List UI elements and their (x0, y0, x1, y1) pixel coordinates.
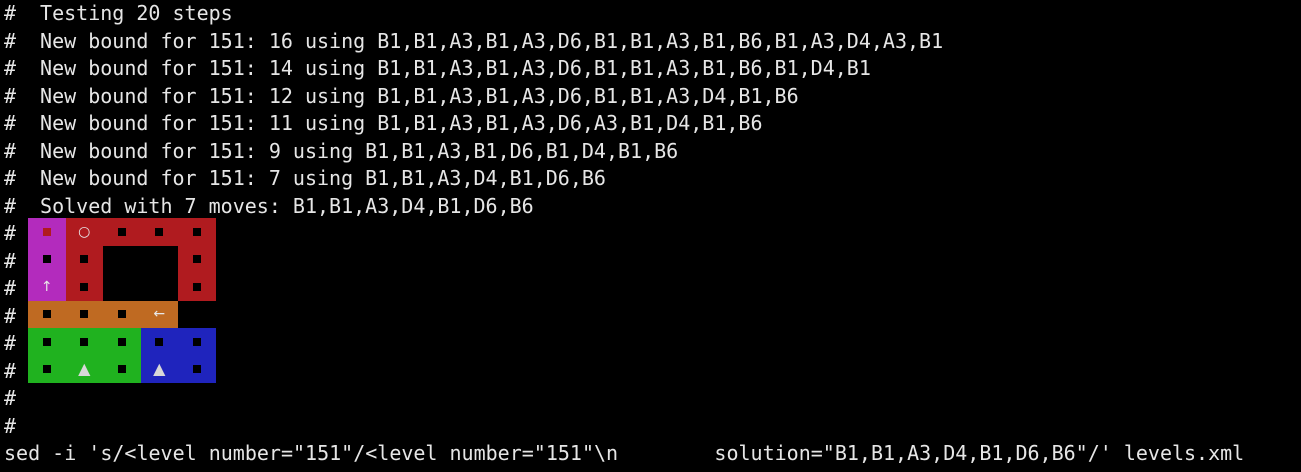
cell-dot (42, 255, 51, 264)
comment-hash: # (4, 1, 17, 25)
cell-dot (192, 365, 201, 374)
board-cell (140, 245, 178, 273)
line-text: Solved with 7 moves: B1,B1,A3,D4,B1,D6,B… (28, 193, 534, 218)
comment-hash: # (4, 166, 17, 190)
circle-icon: ○ (78, 223, 91, 240)
comment-hash: # (4, 248, 17, 273)
line-text: sed -i 's/<level number="151"/<level num… (4, 441, 1245, 465)
terminal-comment-line: # Testing 20 steps (4, 0, 1301, 28)
board-cell: ▲ (65, 355, 103, 383)
board-cell (178, 300, 216, 328)
cell-dot (42, 227, 51, 236)
board-cell (28, 328, 66, 356)
board-cell (65, 245, 103, 273)
triangle-icon: ▲ (78, 359, 91, 379)
board-cell: ← (140, 300, 178, 328)
comment-hash: # (4, 331, 17, 355)
comment-hash: # (4, 111, 17, 135)
cell-dot (42, 337, 51, 346)
cell-dot (80, 337, 89, 346)
line-text: New bound for 151: 11 using B1,B1,A3,B1,… (28, 111, 763, 135)
board-cell (140, 218, 178, 246)
cell-dot (192, 337, 201, 346)
board-cell (140, 328, 178, 356)
cell-dot (117, 310, 126, 319)
comment-hash: # (4, 138, 17, 163)
cell-dot (80, 255, 89, 264)
board-cell (65, 328, 103, 356)
line-text: New bound for 151: 16 using B1,B1,A3,B1,… (28, 28, 944, 53)
board-cell (178, 273, 216, 301)
triangle-icon: ▲ (153, 359, 166, 379)
board-cell: ↑ (28, 273, 66, 301)
cell-dot (155, 227, 164, 236)
line-text: New bound for 151: 14 using B1,B1,A3,B1,… (28, 56, 871, 80)
comment-hash: # (4, 386, 17, 410)
cell-dot (42, 365, 51, 374)
line-text: New bound for 151: 9 using B1,B1,A3,B1,D… (28, 138, 679, 163)
board-cell (178, 355, 216, 383)
board-cell (178, 218, 216, 246)
board-cell (178, 328, 216, 356)
terminal-comment-line: # New bound for 151: 7 using B1,B1,A3,D4… (4, 165, 1301, 193)
comment-hash: # (4, 56, 17, 80)
board-cell (103, 300, 141, 328)
terminal-comment-line: # New bound for 151: 14 using B1,B1,A3,B… (4, 55, 1301, 83)
board-cell (28, 245, 66, 273)
cell-dot (117, 365, 126, 374)
terminal-comment-line: # New bound for 151: 12 using B1,B1,A3,B… (4, 83, 1301, 111)
board-cell (28, 355, 66, 383)
comment-hash: # (4, 221, 17, 245)
comment-hash: # (4, 193, 17, 218)
comment-hash: # (4, 413, 17, 438)
cell-dot (42, 310, 51, 319)
board-cell (28, 218, 66, 246)
board-cell: ▲ (140, 355, 178, 383)
cell-dot (192, 227, 201, 236)
comment-hash: # (4, 303, 17, 328)
board-cell (178, 245, 216, 273)
puzzle-board: ○ ↑ ← ▲ ▲ (28, 218, 216, 383)
cell-dot (192, 255, 201, 264)
board-cell (103, 273, 141, 301)
board-cell: ○ (65, 218, 103, 246)
cell-dot (155, 337, 164, 346)
terminal-comment-line: # New bound for 151: 11 using B1,B1,A3,B… (4, 110, 1301, 138)
board-cell (103, 355, 141, 383)
line-text: Testing 20 steps (28, 1, 233, 25)
cell-dot (80, 282, 89, 291)
board-cell (65, 300, 103, 328)
terminal-comment-line: # Solved with 7 moves: B1,B1,A3,D4,B1,D6… (4, 193, 1301, 221)
board-cell (103, 245, 141, 273)
cell-dot (192, 282, 201, 291)
arrow-left-icon: ← (153, 306, 166, 323)
terminal-comment-line: # New bound for 151: 9 using B1,B1,A3,B1… (4, 138, 1301, 166)
terminal-comment-line: # New bound for 151: 16 using B1,B1,A3,B… (4, 28, 1301, 56)
terminal-comment-line: # (4, 413, 1301, 441)
comment-hash: # (4, 358, 17, 383)
comment-hash: # (4, 83, 17, 108)
cell-dot (117, 337, 126, 346)
comment-hash: # (4, 276, 17, 300)
board-cell (103, 218, 141, 246)
terminal-command-line: sed -i 's/<level number="151"/<level num… (4, 440, 1301, 468)
board-cell (103, 328, 141, 356)
cell-dot (117, 227, 126, 236)
line-text: New bound for 151: 12 using B1,B1,A3,B1,… (28, 83, 799, 108)
board-cell (140, 273, 178, 301)
board-cell (28, 300, 66, 328)
comment-hash: # (4, 28, 17, 53)
arrow-up-icon: ↑ (40, 278, 53, 295)
board-cell (65, 273, 103, 301)
line-text: New bound for 151: 7 using B1,B1,A3,D4,B… (28, 166, 606, 190)
terminal-comment-line: # (4, 385, 1301, 413)
cell-dot (80, 310, 89, 319)
